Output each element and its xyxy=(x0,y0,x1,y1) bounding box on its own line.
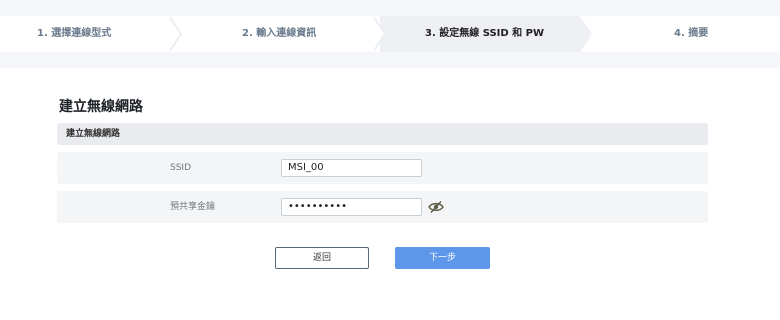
step-set-wireless-ssid-pw[interactable]: 3. 設定無線 SSID 和 PW xyxy=(425,16,544,52)
wizard-stepper: 1. 選擇連線型式 2. 輸入連線資訊 3. 設定無線 SSID 和 PW 4.… xyxy=(0,16,780,52)
active-step-arrow xyxy=(580,16,592,52)
step-select-connection-type[interactable]: 1. 選擇連線型式 xyxy=(37,16,111,52)
step-divider-inner xyxy=(372,16,384,52)
step-enter-connection-info[interactable]: 2. 輸入連線資訊 xyxy=(242,16,316,52)
step-divider-inner xyxy=(168,16,180,52)
ssid-label: SSID xyxy=(170,163,192,173)
psk-input[interactable]: •••••••••• xyxy=(281,198,422,216)
step-summary[interactable]: 4. 摘要 xyxy=(674,16,708,52)
ssid-input[interactable]: MSI_00 xyxy=(281,159,422,177)
back-button[interactable]: 返回 xyxy=(275,247,369,269)
page-title: 建立無線網路 xyxy=(59,99,143,115)
psk-label: 預共享金鑰 xyxy=(170,202,216,212)
ssid-row: SSID MSI_00 xyxy=(57,152,708,184)
section-header: 建立無線網路 xyxy=(57,123,708,145)
psk-row: 預共享金鑰 •••••••••• xyxy=(57,191,708,223)
next-button[interactable]: 下一步 xyxy=(395,247,490,269)
eye-slash-icon[interactable] xyxy=(428,200,444,214)
